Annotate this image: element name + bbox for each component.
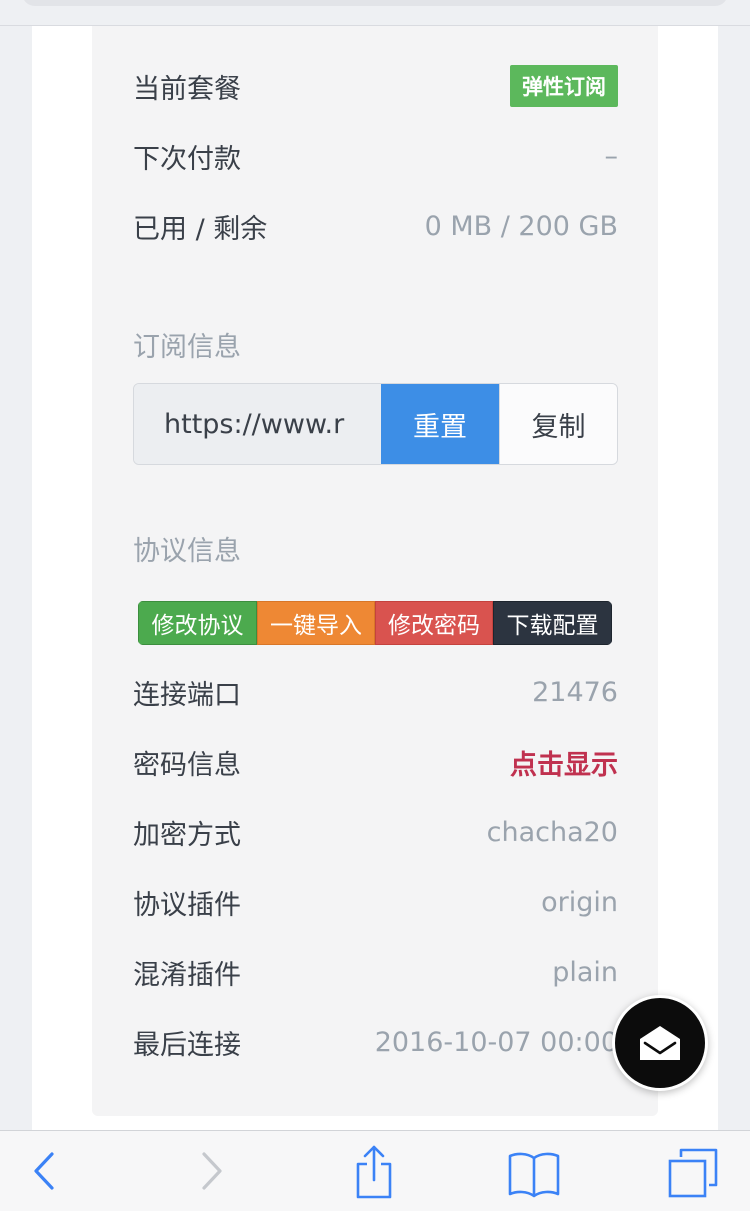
usage-label: 已用 / 剩余: [133, 213, 268, 245]
bookmarks-icon: [508, 1152, 560, 1198]
plan-row-current: 当前套餐 弹性订阅: [133, 65, 618, 107]
browser-toolbar: [0, 1130, 750, 1211]
modify-protocol-button[interactable]: 修改协议: [138, 601, 257, 645]
protocol-row-last-connect: 最后连接 2016-10-07 00:00: [133, 1022, 618, 1062]
protocol-row-port: 连接端口 21476: [133, 672, 618, 712]
port-label: 连接端口: [133, 679, 241, 711]
subscription-title: 订阅信息: [133, 332, 241, 363]
encryption-label: 加密方式: [133, 819, 241, 851]
obfs-plugin-value: plain: [552, 956, 618, 988]
password-label: 密码信息: [133, 749, 241, 781]
back-icon: [34, 1152, 54, 1190]
protocol-row-encryption: 加密方式 chacha20: [133, 812, 618, 852]
port-value: 21476: [532, 676, 618, 708]
tabs-button[interactable]: [666, 1147, 720, 1199]
plan-current-label: 当前套餐: [133, 73, 241, 105]
protocol-plugin-label: 协议插件: [133, 889, 241, 921]
obfs-plugin-label: 混淆插件: [133, 959, 241, 991]
subscription-url-input[interactable]: https://www.r: [134, 384, 381, 464]
bookmarks-button[interactable]: [505, 1149, 563, 1199]
reveal-password-link[interactable]: 点击显示: [510, 743, 618, 782]
share-icon: [356, 1145, 392, 1199]
one-click-import-button[interactable]: 一键导入: [257, 601, 375, 645]
protocol-button-group: 修改协议 一键导入 修改密码 下载配置: [138, 601, 612, 645]
plan-row-next-payment: 下次付款 –: [133, 136, 618, 176]
protocol-row-obfs: 混淆插件 plain: [133, 952, 618, 992]
download-config-button[interactable]: 下载配置: [493, 601, 612, 645]
copy-button[interactable]: 复制: [499, 384, 617, 464]
last-connect-value: 2016-10-07 00:00: [374, 1026, 618, 1058]
share-button[interactable]: [352, 1143, 396, 1201]
protocol-row-plugin: 协议插件 origin: [133, 882, 618, 922]
back-button[interactable]: [22, 1145, 66, 1197]
protocol-plugin-value: origin: [541, 886, 618, 918]
last-connect-label: 最后连接: [133, 1029, 241, 1061]
forward-icon: [202, 1152, 222, 1190]
usage-value: 0 MB / 200 GB: [424, 210, 618, 242]
forward-button[interactable]: [190, 1145, 234, 1197]
address-bar-edge[interactable]: [22, 0, 728, 6]
change-password-button[interactable]: 修改密码: [375, 601, 493, 645]
next-payment-label: 下次付款: [133, 143, 241, 175]
protocol-row-password: 密码信息 点击显示: [133, 742, 618, 782]
plan-badge: 弹性订阅: [510, 65, 618, 107]
encryption-value: chacha20: [486, 816, 618, 848]
message-fab[interactable]: [612, 995, 708, 1091]
reset-button[interactable]: 重置: [381, 384, 499, 464]
plan-row-usage: 已用 / 剩余 0 MB / 200 GB: [133, 206, 618, 246]
protocol-title: 协议信息: [133, 536, 241, 567]
tabs-icon: [668, 1148, 718, 1198]
next-payment-value: –: [604, 140, 619, 172]
subscription-input-group: https://www.r 重置 复制: [133, 383, 618, 465]
envelope-icon: [640, 1026, 680, 1060]
browser-top-strip: [0, 0, 750, 26]
